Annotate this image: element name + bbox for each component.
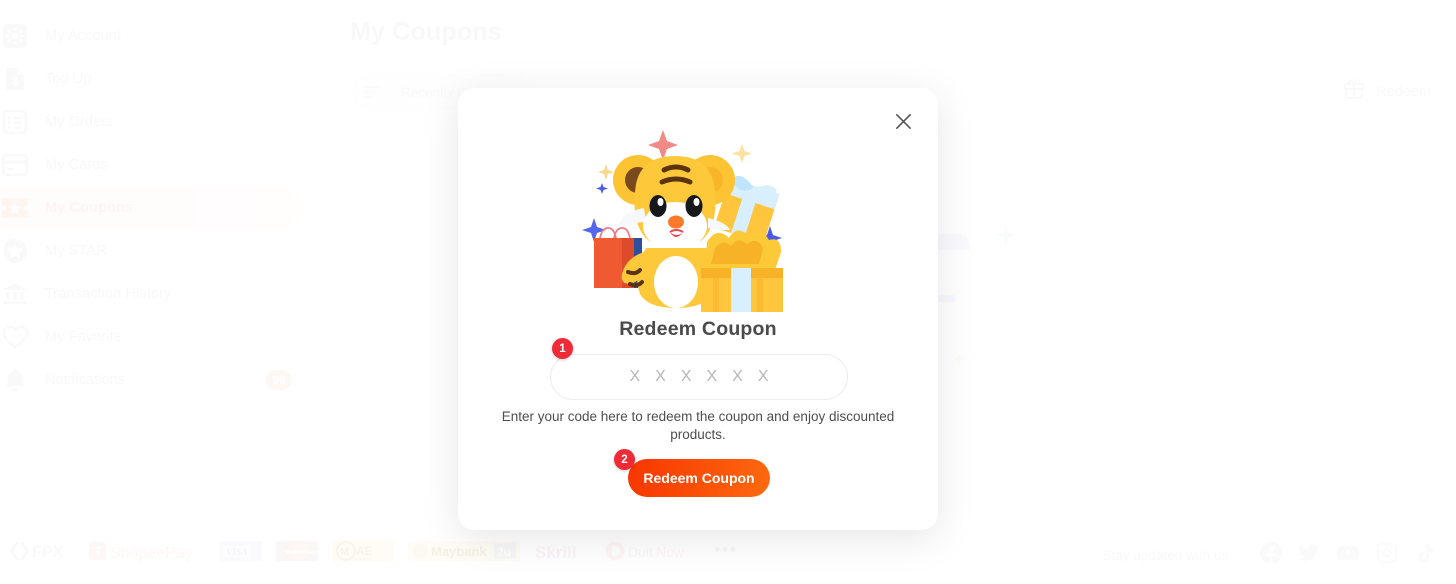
redeem-coupon-modal: Redeem Coupon 1 XXXXXX Enter your code h… (458, 88, 938, 530)
code-char-placeholder: X (655, 368, 666, 385)
code-char-placeholder: X (680, 368, 692, 385)
step-badge-2: 2 (614, 449, 635, 470)
modal-title: Redeem Coupon (619, 318, 777, 340)
code-char-placeholder: X (732, 368, 743, 385)
redeem-coupon-button[interactable]: Redeem Coupon (628, 459, 770, 497)
coupon-code-input[interactable]: XXXXXX (550, 354, 848, 400)
code-char-placeholder: X (706, 368, 718, 385)
app-root: My AccountTop UpMy OrdersMy CardsMy Coup… (0, 0, 1456, 584)
helper-text: Enter your code here to redeem the coupo… (501, 409, 895, 442)
tiger-gift-illustration (458, 122, 938, 320)
code-char-placeholder: X (629, 368, 641, 385)
step-badge-1: 1 (552, 338, 573, 359)
code-char-placeholder: X (757, 368, 769, 385)
